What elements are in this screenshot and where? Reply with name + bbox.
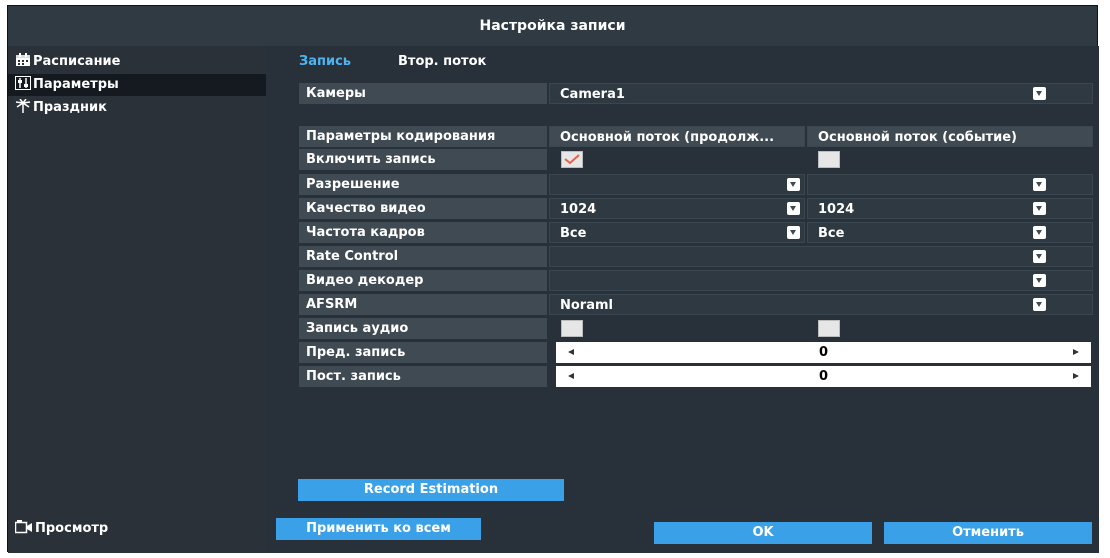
sidebar-item-schedule[interactable]: Расписание [8, 51, 266, 73]
sidebar-item-holiday[interactable]: Праздник [8, 97, 266, 119]
resolution-continuous-dropdown-icon[interactable] [787, 178, 800, 191]
quality-event-value: 1024 [818, 202, 855, 217]
resolution-label: Разрешение [299, 174, 547, 195]
afsrm-value: Noraml [560, 298, 613, 313]
quality-continuous-dropdown-icon[interactable] [787, 202, 800, 215]
camera-icon [14, 520, 33, 534]
column-header-continuous: Основной поток (продолж... [549, 126, 805, 147]
afsrm-select[interactable]: Noraml [549, 294, 1093, 315]
fps-event-value: Все [818, 226, 845, 241]
camera-dropdown-icon[interactable] [1033, 87, 1046, 100]
fps-event-select[interactable]: Все [807, 222, 1093, 243]
fps-event-dropdown-icon[interactable] [1033, 226, 1046, 239]
enable-record-continuous-checkbox[interactable] [561, 151, 583, 168]
quality-continuous-select[interactable]: 1024 [549, 198, 805, 219]
camera-select[interactable]: Camera1 [549, 83, 1093, 104]
encoding-params-label: Параметры кодирования [299, 126, 547, 147]
pre-record-value: 0 [818, 345, 829, 360]
sidebar-item-label: Просмотр [35, 521, 109, 536]
camera-value: Camera1 [560, 87, 625, 102]
pre-record-label: Пред. запись [299, 342, 547, 363]
audio-record-continuous-checkbox[interactable] [561, 320, 583, 337]
rate-control-select[interactable] [549, 246, 1093, 267]
palm-tree-icon [15, 98, 31, 113]
video-decoder-label: Видео декодер [299, 270, 547, 291]
fps-continuous-select[interactable]: Все [549, 222, 805, 243]
frame-rate-label: Частота кадров [299, 222, 547, 243]
rate-control-dropdown-icon[interactable] [1033, 250, 1046, 263]
ok-button[interactable]: OK [654, 522, 872, 544]
audio-record-label: Запись аудио [299, 318, 547, 339]
enable-record-event-checkbox[interactable] [818, 151, 840, 168]
sidebar-item-label: Праздник [33, 100, 107, 115]
record-settings-dialog: Настройка записи Расписание Параметры Пр… [7, 5, 1099, 553]
dialog-title: Настройка записи [8, 6, 1097, 47]
sidebar: Расписание Параметры Праздник Просмотр [8, 46, 266, 553]
column-header-event: Основной поток (событие) [807, 126, 1093, 147]
video-decoder-dropdown-icon[interactable] [1033, 274, 1046, 287]
enable-record-label: Включить запись [299, 149, 547, 170]
audio-record-event-checkbox[interactable] [818, 320, 840, 337]
post-record-stepper[interactable]: 0 [556, 366, 1091, 387]
post-record-label: Пост. запись [299, 366, 547, 387]
sidebar-item-live-view[interactable]: Просмотр [8, 518, 266, 540]
calendar-icon [15, 53, 31, 67]
checkmark-icon [564, 154, 580, 165]
record-estimation-button[interactable]: Record Estimation [298, 479, 564, 501]
resolution-event-select[interactable] [807, 174, 1093, 195]
increase-arrow-icon[interactable] [1073, 373, 1079, 379]
sidebar-item-label: Расписание [33, 54, 121, 69]
cancel-button[interactable]: Отменить [884, 522, 1092, 544]
tab-record[interactable]: Запись [299, 54, 351, 69]
rate-control-label: Rate Control [299, 246, 547, 267]
fps-continuous-dropdown-icon[interactable] [787, 226, 800, 239]
camera-label: Камеры [299, 83, 547, 104]
afsrm-dropdown-icon[interactable] [1033, 298, 1046, 311]
pre-record-stepper[interactable]: 0 [556, 342, 1091, 363]
parameters-icon [15, 76, 31, 90]
quality-event-select[interactable]: 1024 [807, 198, 1093, 219]
sidebar-item-parameters[interactable]: Параметры [8, 74, 266, 96]
quality-continuous-value: 1024 [560, 202, 597, 217]
resolution-event-dropdown-icon[interactable] [1033, 178, 1046, 191]
main-panel: Запись Втор. поток Камеры Camera1 Параме… [266, 46, 1099, 553]
post-record-value: 0 [818, 369, 829, 384]
quality-event-dropdown-icon[interactable] [1033, 202, 1046, 215]
video-decoder-select[interactable] [549, 270, 1093, 291]
resolution-continuous-select[interactable] [549, 174, 805, 195]
apply-to-all-button[interactable]: Применить ко всем [276, 518, 481, 540]
sidebar-item-label: Параметры [33, 77, 119, 92]
video-quality-label: Качество видео [299, 198, 547, 219]
afsrm-label: AFSRM [299, 294, 547, 315]
increase-arrow-icon[interactable] [1073, 349, 1079, 355]
tab-substream[interactable]: Втор. поток [398, 54, 486, 69]
fps-continuous-value: Все [560, 226, 587, 241]
